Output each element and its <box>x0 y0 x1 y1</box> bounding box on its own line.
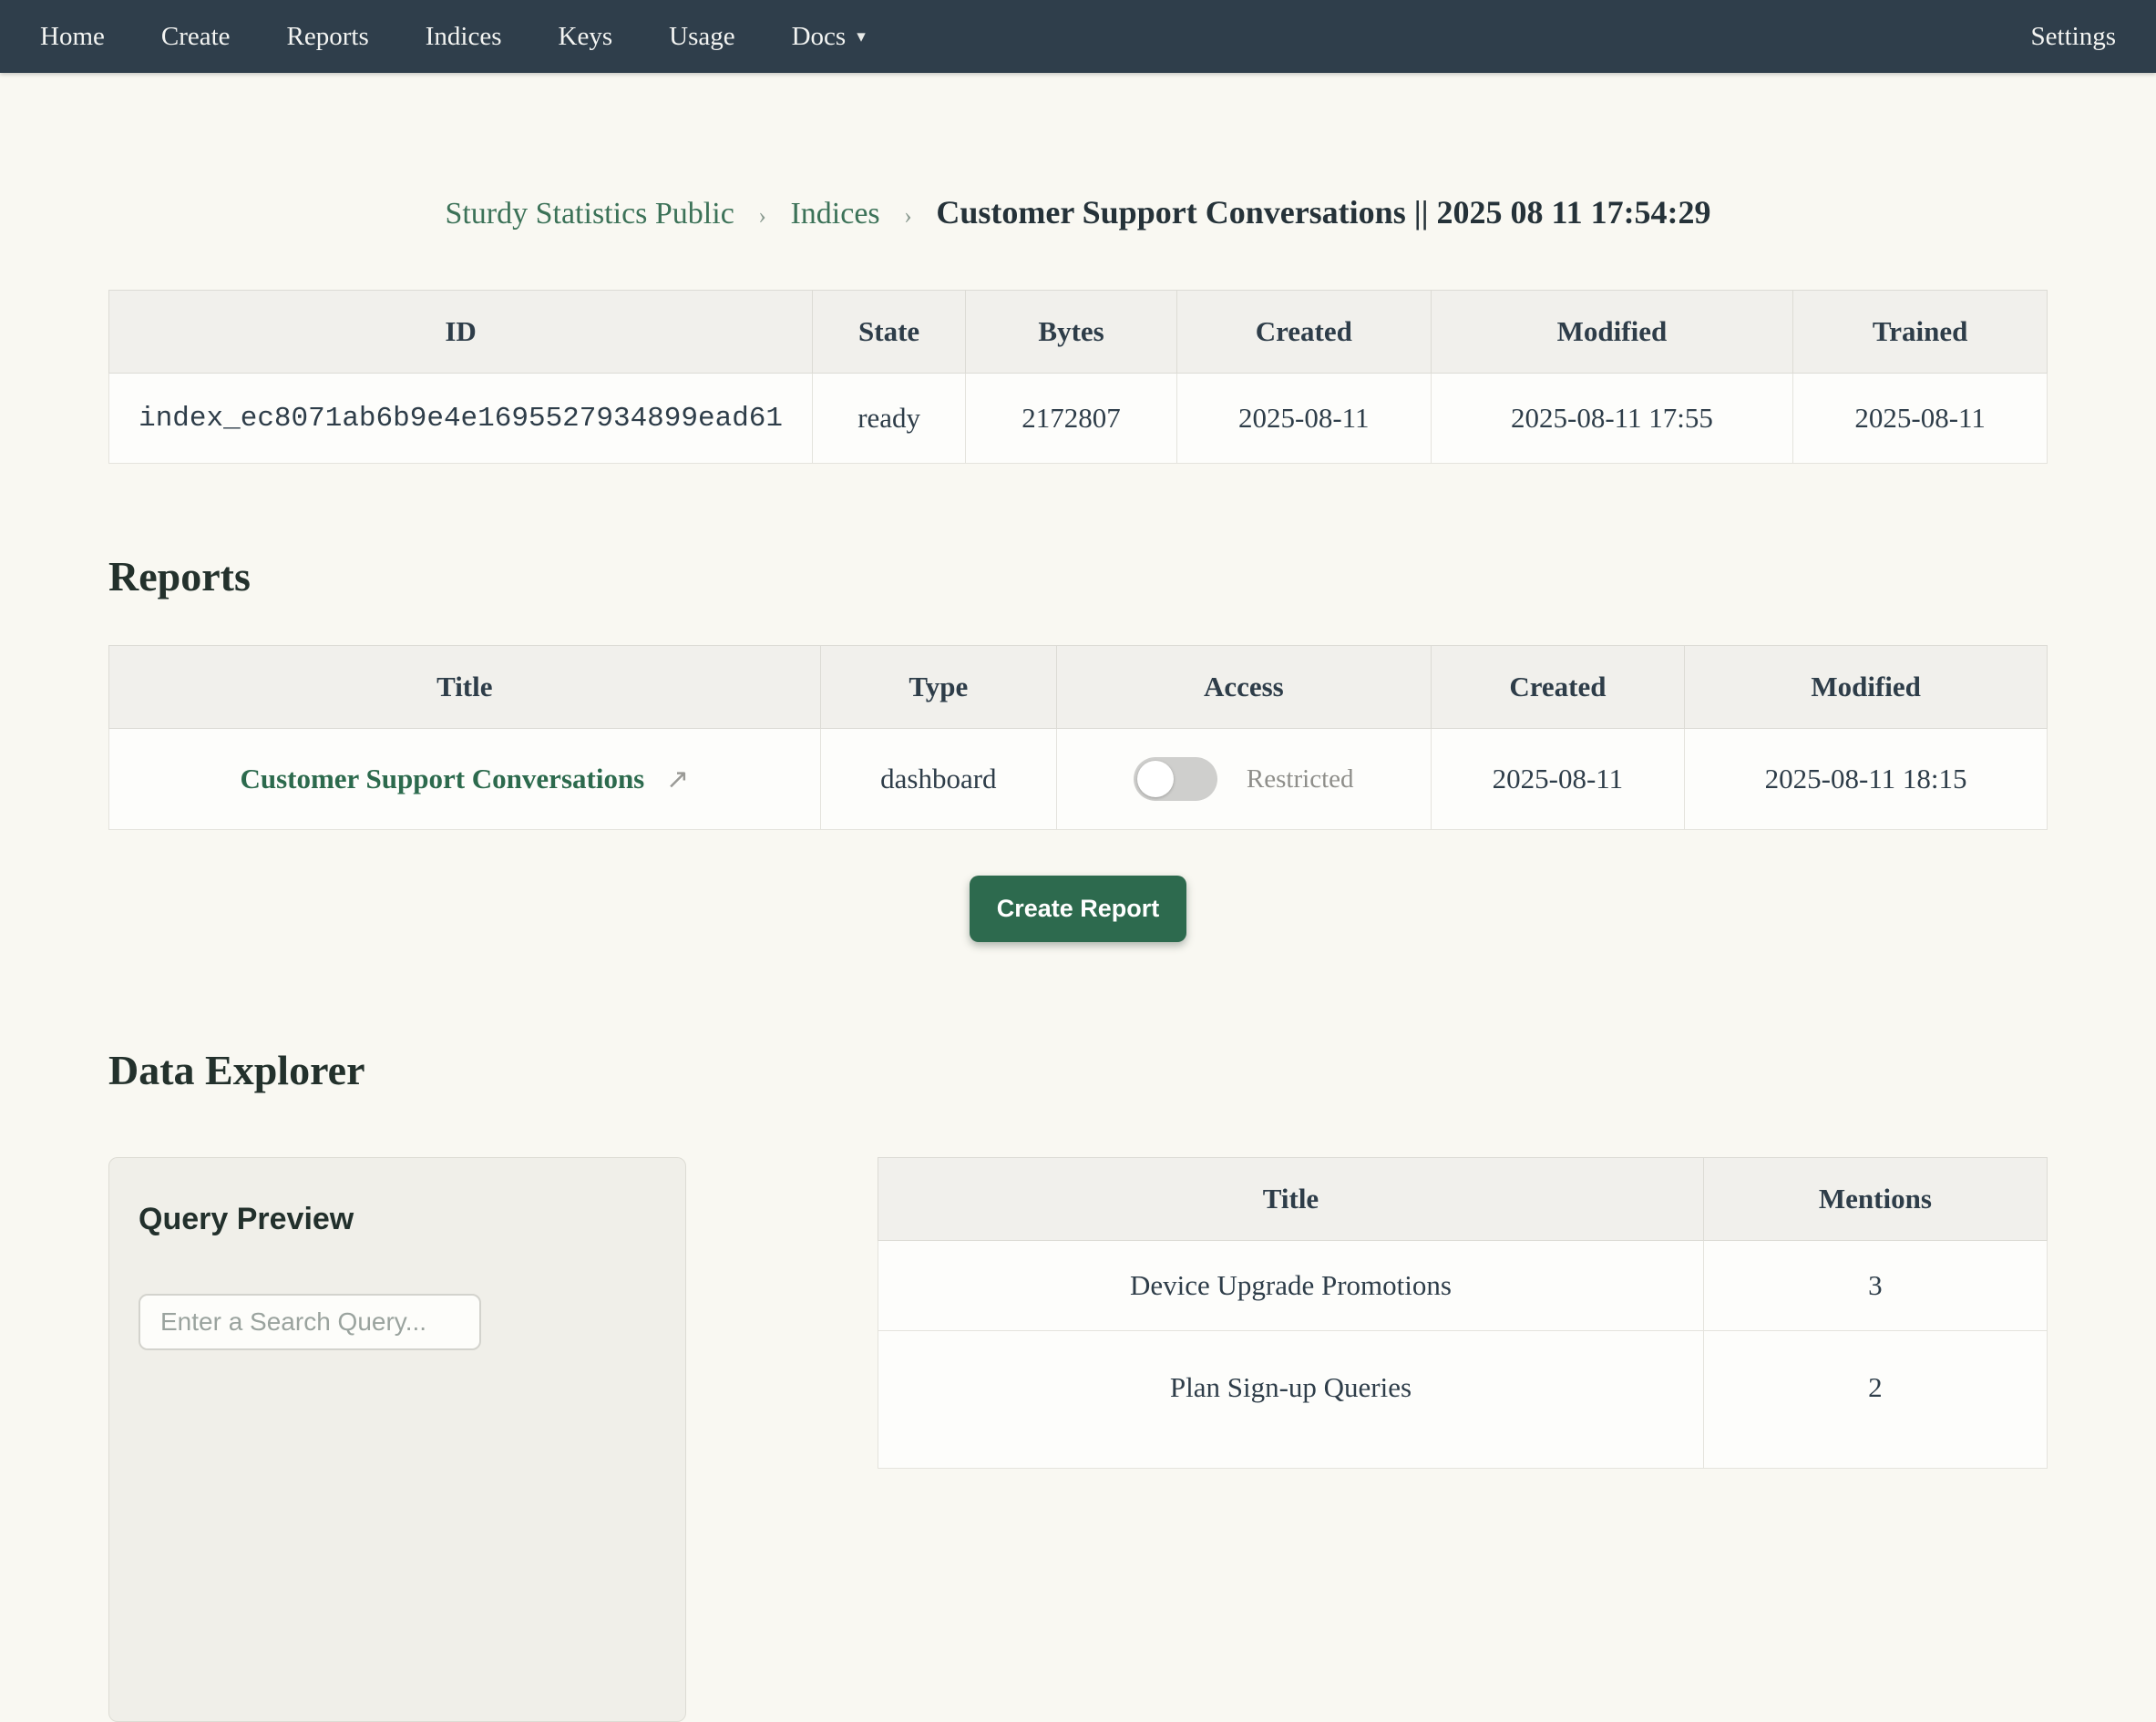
data-explorer-section: Query Preview Title Mentions Device Upgr… <box>108 1157 2048 1722</box>
breadcrumb-separator-icon: › <box>758 202 766 229</box>
create-report-button[interactable]: Create Report <box>970 876 1187 942</box>
access-state-label: Restricted <box>1247 764 1354 794</box>
reports-table: Title Type Access Created Modified Custo… <box>108 645 2048 830</box>
nav-item-label: Usage <box>669 22 734 52</box>
report-type-cell: dashboard <box>820 729 1056 830</box>
topic-mentions-cell: 3 <box>1703 1241 2047 1331</box>
nav-item-create[interactable]: Create <box>161 22 231 52</box>
external-link-icon: ↗ <box>666 764 689 794</box>
topic-title-cell: Device Upgrade Promotions <box>878 1241 1704 1331</box>
column-header-modified: Modified <box>1685 646 2048 729</box>
column-header-title: Title <box>878 1158 1704 1241</box>
column-header-access: Access <box>1057 646 1432 729</box>
page-content: Sturdy Statistics Public › Indices › Cus… <box>108 180 2048 1722</box>
nav-item-label: Create <box>161 22 231 52</box>
nav-item-label: Keys <box>559 22 613 52</box>
index-bytes-cell: 2172807 <box>966 374 1177 464</box>
topics-mentions-table: Title Mentions Device Upgrade Promotions… <box>878 1157 2048 1469</box>
top-navigation-bar: Home Create Reports Indices Keys Usage D… <box>0 0 2156 73</box>
column-header-created: Created <box>1431 646 1685 729</box>
topic-title-cell: Plan Sign-up Queries <box>878 1331 1704 1469</box>
index-id-cell: index_ec8071ab6b9e4e1695527934899ead61 <box>109 374 813 464</box>
report-title-link[interactable]: Customer Support Conversations <box>240 763 644 794</box>
data-explorer-heading: Data Explorer <box>108 1044 2048 1097</box>
nav-item-usage[interactable]: Usage <box>669 22 734 52</box>
column-header-title: Title <box>109 646 821 729</box>
query-preview-heading: Query Preview <box>139 1202 656 1237</box>
toggle-knob <box>1137 761 1174 797</box>
column-header-bytes: Bytes <box>966 291 1177 374</box>
nav-item-label: Settings <box>2031 22 2116 52</box>
nav-item-docs[interactable]: Docs ▾ <box>792 22 866 52</box>
nav-item-settings[interactable]: Settings <box>2031 22 2116 52</box>
nav-item-reports[interactable]: Reports <box>287 22 369 52</box>
nav-item-keys[interactable]: Keys <box>559 22 613 52</box>
table-row: Customer Support Conversations ↗ dashboa… <box>109 729 2048 830</box>
table-header-row: ID State Bytes Created Modified Trained <box>109 291 2048 374</box>
nav-item-indices[interactable]: Indices <box>426 22 502 52</box>
breadcrumb-link-root[interactable]: Sturdy Statistics Public <box>445 197 734 231</box>
index-modified-cell: 2025-08-11 17:55 <box>1431 374 1793 464</box>
reports-heading: Reports <box>108 550 2048 603</box>
nav-item-label: Home <box>40 22 105 52</box>
index-created-cell: 2025-08-11 <box>1176 374 1431 464</box>
column-header-type: Type <box>820 646 1056 729</box>
column-header-id: ID <box>109 291 813 374</box>
breadcrumb: Sturdy Statistics Public › Indices › Cus… <box>108 180 2048 248</box>
report-title-cell: Customer Support Conversations ↗ <box>109 729 821 830</box>
page-title: Customer Support Conversations || 2025 0… <box>936 194 1710 231</box>
topic-mentions-cell: 2 <box>1703 1331 2047 1469</box>
index-state-cell: ready <box>813 374 966 464</box>
breadcrumb-link-indices[interactable]: Indices <box>790 197 879 231</box>
table-header-row: Title Mentions <box>878 1158 2048 1241</box>
caret-down-icon: ▾ <box>857 26 866 47</box>
nav-item-label: Indices <box>426 22 502 52</box>
report-access-cell: Restricted <box>1057 729 1432 830</box>
nav-item-label: Docs <box>792 22 847 52</box>
search-query-input[interactable] <box>139 1294 481 1350</box>
column-header-trained: Trained <box>1793 291 2048 374</box>
nav-item-label: Reports <box>287 22 369 52</box>
access-toggle[interactable] <box>1134 757 1217 801</box>
column-header-mentions: Mentions <box>1703 1158 2047 1241</box>
nav-item-home[interactable]: Home <box>40 22 105 52</box>
table-row: index_ec8071ab6b9e4e1695527934899ead61 r… <box>109 374 2048 464</box>
query-preview-panel: Query Preview <box>108 1157 686 1722</box>
report-modified-cell: 2025-08-11 18:15 <box>1685 729 2048 830</box>
index-trained-cell: 2025-08-11 <box>1793 374 2048 464</box>
report-created-cell: 2025-08-11 <box>1431 729 1685 830</box>
column-header-modified: Modified <box>1431 291 1793 374</box>
table-row: Device Upgrade Promotions 3 <box>878 1241 2048 1331</box>
column-header-created: Created <box>1176 291 1431 374</box>
breadcrumb-separator-icon: › <box>904 202 912 229</box>
index-info-table: ID State Bytes Created Modified Trained … <box>108 290 2048 464</box>
table-header-row: Title Type Access Created Modified <box>109 646 2048 729</box>
table-row: Plan Sign-up Queries 2 <box>878 1331 2048 1469</box>
column-header-state: State <box>813 291 966 374</box>
